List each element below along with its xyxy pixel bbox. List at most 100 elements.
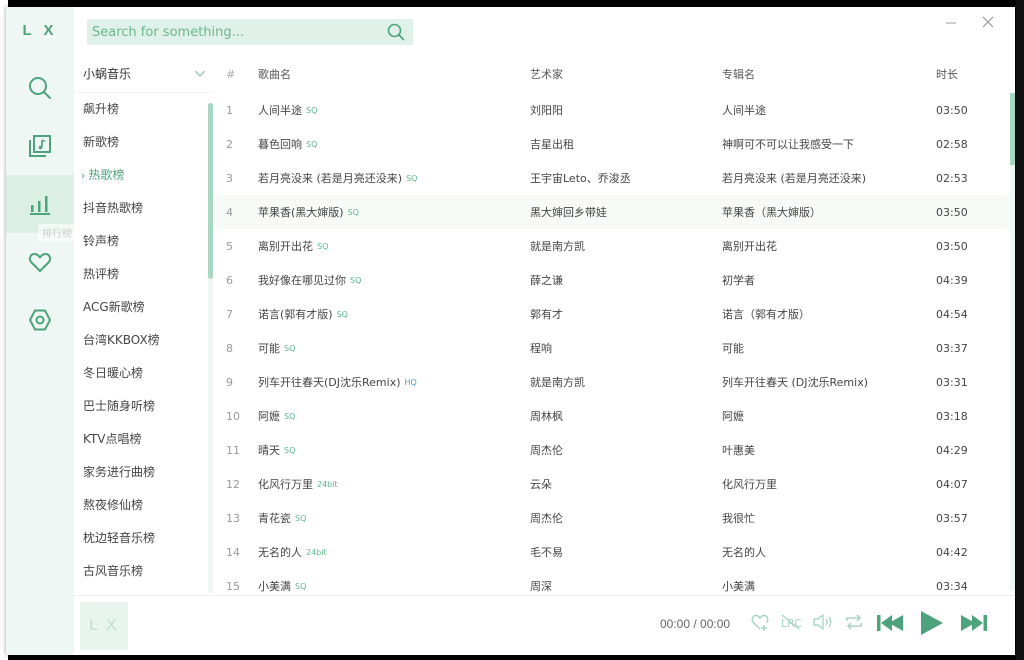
table-header: # 歌曲名 艺术家 专辑名 时长	[214, 55, 1015, 93]
table-row[interactable]: 9 列车开往春天(DJ沈乐Remix) HQ 就是南方凯 列车开往春天 (DJ沈乐Rem…	[214, 365, 1015, 399]
song-duration: 04:29	[936, 443, 968, 457]
add-favorite-button[interactable]	[750, 612, 770, 632]
minimize-button[interactable]	[941, 13, 961, 32]
search-icon[interactable]	[385, 21, 407, 43]
song-name: 小美满	[258, 580, 291, 593]
play-button[interactable]	[920, 610, 944, 636]
board-item[interactable]: 古风音乐榜	[74, 555, 214, 588]
table-row[interactable]: 13 青花瓷 SQ 周杰伦 我很忙 03:57	[214, 501, 1015, 535]
board-item[interactable]: 热评榜	[74, 258, 214, 291]
row-number: 9	[226, 375, 233, 389]
artist-name: 就是南方凯	[530, 376, 585, 389]
table-row[interactable]: 4 苹果香(黑大婶版) SQ 黑大婶回乡带娃 苹果香（黑大婶版） 03:50	[214, 195, 1015, 229]
main-panel: 小蜗音乐 飙升榜新歌榜 ›热歌榜抖音热歌榜铃声榜热评榜 ACG新歌榜台湾KKBOX榜…	[74, 7, 1015, 655]
song-duration: 04:42	[936, 545, 968, 559]
board-item[interactable]: 飙升榜	[74, 93, 214, 126]
table-row[interactable]: 6 我好像在哪见过你 SQ 薛之谦 初学者 04:39	[214, 263, 1015, 297]
content-area: 小蜗音乐 飙升榜 新歌榜 › 热歌榜 抖音热歌榜 铃声榜 热评榜 ACG新歌榜 台湾KKBOX榜…	[74, 55, 1015, 595]
close-icon	[982, 16, 994, 28]
board-item[interactable]: 家务进行曲榜	[74, 456, 214, 489]
album-name: 阿嬷	[722, 410, 744, 423]
search-input[interactable]	[87, 24, 385, 40]
artist-name: 郭有才	[530, 308, 563, 321]
music-list-icon	[29, 135, 51, 157]
board-item[interactable]: 抖音热歌榜	[74, 192, 214, 225]
board-item[interactable]: 枕边轻音乐榜	[74, 522, 214, 555]
desktop-background-right	[1016, 0, 1024, 660]
nav-item-search[interactable]	[6, 59, 74, 117]
table-row[interactable]: 11 晴天 SQ 周杰伦 叶惠美 04:29	[214, 433, 1015, 467]
repeat-button[interactable]	[844, 612, 864, 632]
source-select[interactable]: 小蜗音乐	[74, 55, 214, 93]
table-row[interactable]: 10 阿嬷 SQ 周林枫 阿嬷 03:18	[214, 399, 1015, 433]
song-name-cell: 青花瓷 SQ	[258, 510, 530, 526]
quality-badge: SQ	[350, 276, 362, 285]
source-select-value: 小蜗音乐	[83, 67, 132, 81]
song-list-scrollbar-thumb[interactable]	[1010, 93, 1015, 165]
board-item[interactable]: › 热歌榜	[74, 159, 214, 192]
board-item-label: 冬日暖心榜	[83, 366, 144, 380]
nav-item-favorites[interactable]	[6, 233, 74, 291]
nav-item-leaderboard[interactable]: 排行榜	[6, 175, 76, 241]
song-name-cell: 人间半途 SQ	[258, 102, 530, 118]
board-list: 飙升榜 新歌榜 › 热歌榜 抖音热歌榜 铃声榜 热评榜 ACG新歌榜 台湾KKBOX榜冬日暖心榜…	[74, 93, 214, 595]
table-row[interactable]: 1 人间半途 SQ 刘阳阳 人间半途 03:50	[214, 93, 1015, 127]
table-row[interactable]: 7 诺言(郭有才版) SQ 郭有才 诺言（郭有才版） 04:54	[214, 297, 1015, 331]
quality-badge: SQ	[347, 208, 359, 217]
board-item[interactable]: 铃声榜	[74, 225, 214, 258]
board-item[interactable]: 巴士随身听榜	[74, 390, 214, 423]
table-row[interactable]: 3 若月亮没来 (若是月亮还没来) SQ 王宇宙Leto、乔浚丞 若月亮没来 (若是月亮…	[214, 161, 1015, 195]
close-button[interactable]	[978, 13, 998, 32]
song-duration: 04:07	[936, 477, 968, 491]
board-list-scrollbar-thumb[interactable]	[208, 103, 213, 279]
song-table: # 歌曲名 艺术家 专辑名 时长 1 人间半途 SQ 刘阳阳 人间半途 03:50 2 暮色回…	[214, 55, 1015, 595]
album-name: 若月亮没来 (若是月亮还没来)	[722, 172, 867, 185]
table-row[interactable]: 12 化风行万里 24bit 云朵 化风行万里 04:07	[214, 467, 1015, 501]
quality-badge: SQ	[295, 514, 307, 523]
song-name: 若月亮没来 (若是月亮还没来)	[258, 172, 403, 185]
board-item[interactable]: ACG新歌榜	[74, 291, 214, 324]
song-name-cell: 可能 SQ	[258, 340, 530, 356]
row-number: 5	[226, 239, 233, 253]
song-name: 阿嬷	[258, 410, 280, 423]
table-row[interactable]: 14 无名的人 24bit 毛不易 无名的人 04:42	[214, 535, 1015, 569]
lyrics-button[interactable]: LRC	[780, 612, 802, 632]
song-duration: 03:50	[936, 239, 968, 253]
nav-item-songlist[interactable]	[6, 117, 74, 175]
previous-button[interactable]	[876, 612, 904, 634]
total-time: 00:00	[700, 617, 731, 631]
song-list-scrollbar-track[interactable]	[1010, 93, 1015, 591]
row-number: 12	[226, 477, 240, 491]
board-panel: 小蜗音乐 飙升榜 新歌榜 › 热歌榜 抖音热歌榜 铃声榜 热评榜 ACG新歌榜 台湾KKBOX榜…	[74, 55, 214, 595]
board-item[interactable]: 新歌榜	[74, 126, 214, 159]
bar-chart-icon	[30, 196, 50, 215]
player-bar: L X 00:00 / 00:00 LRC	[74, 595, 1015, 655]
quality-badge: SQ	[306, 140, 318, 149]
artist-name: 吉星出租	[530, 138, 574, 151]
nav-item-settings[interactable]	[6, 291, 74, 349]
board-item[interactable]: 台湾KKBOX榜	[74, 324, 214, 357]
board-item[interactable]: 熬夜修仙榜	[74, 489, 214, 522]
search-icon	[29, 77, 51, 99]
album-cover[interactable]: L X	[80, 601, 128, 650]
album-name: 诺言（郭有才版）	[722, 308, 810, 321]
row-number: 6	[226, 273, 233, 287]
album-name: 苹果香（黑大婶版）	[722, 206, 821, 219]
table-row[interactable]: 8 可能 SQ 程响 可能 03:37	[214, 331, 1015, 365]
board-item[interactable]: 冬日暖心榜	[74, 357, 214, 390]
board-item-label: 巴士随身听榜	[83, 399, 156, 413]
quality-badge: SQ	[284, 412, 296, 421]
previous-icon	[877, 615, 903, 631]
song-name: 列车开往春天(DJ沈乐Remix)	[258, 376, 401, 389]
quality-badge: 24bit	[306, 548, 327, 557]
song-duration: 04:54	[936, 307, 968, 321]
table-row[interactable]: 5 离别开出花 SQ 就是南方凯 离别开出花 03:50	[214, 229, 1015, 263]
board-item[interactable]: KTV点唱榜	[74, 423, 214, 456]
table-row[interactable]: 15 小美满 SQ 周深 小美满 03:34	[214, 569, 1015, 595]
table-row[interactable]: 2 暮色回响 SQ 吉星出租 神啊可不可以让我感受一下 02:58	[214, 127, 1015, 161]
next-button[interactable]	[960, 612, 988, 634]
volume-button[interactable]	[812, 612, 834, 632]
song-name-cell: 晴天 SQ	[258, 442, 530, 458]
album-name: 神啊可不可以让我感受一下	[722, 138, 854, 151]
search-box[interactable]	[87, 19, 413, 45]
